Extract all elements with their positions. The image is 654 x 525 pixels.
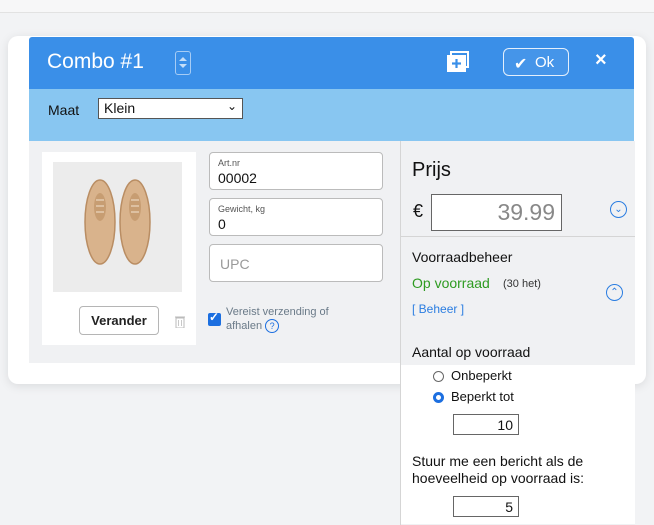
dialog-title: Combo #1: [47, 50, 144, 73]
price-title: Prijs: [412, 159, 451, 181]
help-icon[interactable]: ?: [265, 319, 280, 333]
radio-unlimited-label: Onbeperkt: [451, 368, 512, 383]
weight-label: Gewicht, kg: [218, 204, 266, 214]
limit-value: 10: [497, 417, 513, 433]
upc-field[interactable]: UPC: [209, 244, 383, 282]
stock-status: Op voorraad: [412, 275, 490, 291]
price-expand-icon[interactable]: ⌄: [610, 201, 627, 218]
spinner-up-icon[interactable]: [179, 57, 187, 61]
radio-limited-label: Beperkt tot: [451, 389, 514, 404]
manage-stock-link[interactable]: [ Beheer ]: [412, 302, 464, 316]
spinner-down-icon[interactable]: [179, 64, 187, 68]
stock-collapse-icon[interactable]: ⌃: [606, 284, 623, 301]
weight-field[interactable]: Gewicht, kg 0: [209, 198, 383, 236]
notify-threshold-value: 5: [505, 499, 513, 515]
article-number-field[interactable]: Art.nr 00002: [209, 152, 383, 190]
article-number-value: 00002: [218, 170, 257, 186]
weight-value: 0: [218, 216, 226, 232]
add-copy-icon[interactable]: [446, 51, 470, 73]
checkmark-icon: ✔: [514, 56, 528, 73]
close-icon[interactable]: ×: [595, 49, 607, 72]
product-image: [53, 162, 182, 292]
size-select[interactable]: Klein ⌄: [98, 98, 243, 119]
price-input[interactable]: 39.99: [431, 194, 562, 231]
stock-count: (30 het): [503, 278, 541, 290]
radio-limited[interactable]: [433, 392, 444, 403]
notify-threshold-input[interactable]: 5: [453, 496, 519, 517]
size-bar: Maat Klein ⌄: [29, 89, 634, 141]
shipping-label: Vereist verzending of afhalen ?: [226, 305, 356, 333]
article-number-label: Art.nr: [218, 158, 241, 168]
size-label: Maat: [48, 102, 80, 118]
shipping-checkbox[interactable]: [208, 310, 221, 326]
backdrop-top: [0, 0, 654, 13]
trash-icon[interactable]: [175, 315, 185, 328]
chevron-down-icon: ⌄: [226, 99, 237, 113]
price-value: 39.99: [497, 199, 555, 225]
currency-symbol: €: [413, 201, 424, 221]
combo-spinner[interactable]: [175, 51, 191, 75]
radio-unlimited[interactable]: [433, 371, 444, 382]
dialog-header: Combo #1 ✔ Ok ×: [29, 37, 634, 89]
size-select-value: Klein: [104, 100, 136, 116]
change-image-button[interactable]: Verander: [79, 306, 159, 335]
limit-input[interactable]: 10: [453, 414, 519, 435]
quantity-title: Aantal op voorraad: [412, 344, 531, 360]
notify-label: Stuur me een bericht als de hoeveelheid …: [412, 453, 585, 486]
ok-label: Ok: [535, 54, 555, 71]
stock-title: Voorraadbeheer: [412, 249, 513, 265]
upc-placeholder: UPC: [220, 256, 250, 272]
ok-button[interactable]: ✔ Ok: [503, 48, 569, 76]
